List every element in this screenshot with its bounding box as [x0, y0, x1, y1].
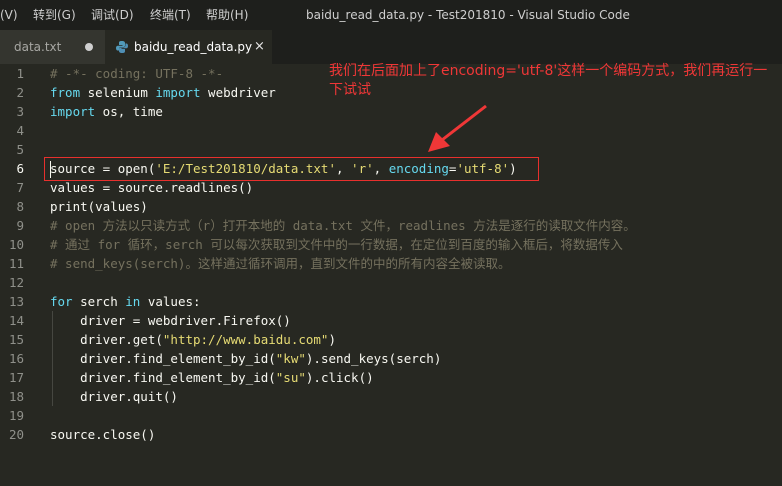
- code-text: driver.get("http://www.baidu.com"): [50, 330, 336, 349]
- code-token: driver.get(: [50, 332, 163, 347]
- line-number: 17: [8, 370, 24, 385]
- code-token: "kw": [275, 351, 306, 366]
- code-token: ): [328, 332, 336, 347]
- code-token: import: [50, 104, 96, 119]
- code-text: # -*- coding: UTF-8 -*-: [50, 64, 223, 83]
- line-number: 13: [8, 294, 24, 309]
- line-number: 11: [8, 256, 24, 271]
- code-token: source.close(): [50, 427, 156, 442]
- code-token: selenium: [80, 85, 156, 100]
- line-number: 16: [8, 351, 24, 366]
- menu-debug[interactable]: 调试(D): [91, 0, 134, 30]
- line-number: 2: [16, 85, 24, 100]
- window-title: baidu_read_data.py - Test201810 - Visual…: [306, 8, 630, 22]
- code-line[interactable]: 18 driver.quit(): [0, 387, 782, 406]
- code-token: import: [155, 85, 201, 100]
- code-text: import os, time: [50, 102, 163, 121]
- code-line[interactable]: 4: [0, 121, 782, 140]
- menu-view[interactable]: (V): [0, 0, 18, 30]
- code-line[interactable]: 16 driver.find_element_by_id("kw").send_…: [0, 349, 782, 368]
- menu-go[interactable]: 转到(G): [33, 0, 76, 30]
- code-token: "su": [275, 370, 306, 385]
- line-number: 1: [16, 66, 24, 81]
- tab-baidu-read-data-py[interactable]: baidu_read_data.py ×: [105, 30, 272, 64]
- code-token: serch: [72, 294, 126, 309]
- line-number: 9: [16, 218, 24, 233]
- line-number: 3: [16, 104, 24, 119]
- code-text: source.close(): [50, 425, 155, 444]
- code-token: driver.find_element_by_id(: [50, 351, 276, 366]
- code-line[interactable]: 19: [0, 406, 782, 425]
- code-token: # send_keys(serch)。这样通过循环调用，直到文件的中的所有内容全…: [50, 256, 511, 271]
- code-line[interactable]: 15 driver.get("http://www.baidu.com"): [0, 330, 782, 349]
- code-token: "http://www.baidu.com": [162, 332, 329, 347]
- code-text: driver.find_element_by_id("su").click(): [50, 368, 374, 387]
- code-token: driver.quit(): [50, 389, 178, 404]
- line-number: 20: [8, 427, 24, 442]
- python-file-icon: [116, 41, 128, 53]
- code-token: values = source.readlines(): [50, 180, 254, 195]
- line-number: 14: [8, 313, 24, 328]
- code-line[interactable]: 11 # send_keys(serch)。这样通过循环调用，直到文件的中的所有内…: [0, 254, 782, 273]
- code-text: from selenium import webdriver: [50, 83, 276, 102]
- menu-help[interactable]: 帮助(H): [206, 0, 248, 30]
- line-number: 15: [8, 332, 24, 347]
- code-token: from: [50, 85, 81, 100]
- code-token: for: [50, 294, 73, 309]
- code-text: print(values): [50, 197, 148, 216]
- line-number: 10: [8, 237, 24, 252]
- line-number: 8: [16, 199, 24, 214]
- code-token: webdriver: [200, 85, 276, 100]
- annotation-text: 我们在后面加上了encoding='utf-8'这样一个编码方式，我们再运行一下…: [329, 63, 768, 98]
- code-token: ).click(): [305, 370, 374, 385]
- tab-label: data.txt: [14, 40, 62, 54]
- code-text: # send_keys(serch)。这样通过循环调用，直到文件的中的所有内容全…: [50, 254, 510, 273]
- highlight-box: [44, 157, 539, 181]
- line-number: 5: [16, 142, 24, 157]
- code-token: driver = webdriver.Firefox(): [50, 313, 291, 328]
- code-line[interactable]: 9 # open 方法以只读方式（r）打开本地的 data.txt 文件，read…: [0, 216, 782, 235]
- code-editor[interactable]: 1 # -*- coding: UTF-8 -*- 2 from selenium i…: [0, 64, 782, 486]
- tab-bar: data.txt baidu_read_data.py ×: [0, 30, 782, 64]
- code-token: values:: [140, 294, 201, 309]
- unsaved-dot-icon[interactable]: [85, 43, 93, 51]
- line-number: 19: [8, 408, 24, 423]
- code-token: driver.find_element_by_id(: [50, 370, 276, 385]
- code-line[interactable]: 12: [0, 273, 782, 292]
- menu-terminal[interactable]: 终端(T): [150, 0, 191, 30]
- code-token: in: [125, 294, 141, 309]
- code-text: driver.find_element_by_id("kw").send_key…: [50, 349, 441, 368]
- line-number: 4: [16, 123, 24, 138]
- code-token: # open 方法以只读方式（r）打开本地的 data.txt 文件，readl…: [50, 218, 636, 233]
- code-line[interactable]: 20 source.close(): [0, 425, 782, 444]
- code-line[interactable]: 13 for serch in values:: [0, 292, 782, 311]
- code-line[interactable]: 17 driver.find_element_by_id("su").click…: [0, 368, 782, 387]
- code-text: driver = webdriver.Firefox(): [50, 311, 291, 330]
- code-token: # 通过 for 循环，serch 可以每次获取到文件中的一行数据，在定位到百度…: [50, 237, 623, 252]
- code-text: # 通过 for 循环，serch 可以每次获取到文件中的一行数据，在定位到百度…: [50, 235, 623, 254]
- line-number: 18: [8, 389, 24, 404]
- code-token: # -*- coding: UTF-8 -*-: [50, 66, 224, 81]
- code-line[interactable]: 14 driver = webdriver.Firefox(): [0, 311, 782, 330]
- tab-data-txt[interactable]: data.txt: [0, 30, 105, 64]
- code-text: # open 方法以只读方式（r）打开本地的 data.txt 文件，readl…: [50, 216, 636, 235]
- line-number: 6: [16, 161, 24, 176]
- code-token: print(values): [50, 199, 148, 214]
- line-number: 7: [16, 180, 24, 195]
- code-line[interactable]: 10 # 通过 for 循环，serch 可以每次获取到文件中的一行数据，在定位到…: [0, 235, 782, 254]
- code-text: driver.quit(): [50, 387, 178, 406]
- text-cursor: [50, 161, 51, 178]
- line-number: 12: [8, 275, 24, 290]
- close-icon[interactable]: ×: [254, 30, 265, 64]
- code-token: os, time: [95, 104, 163, 119]
- tab-label: baidu_read_data.py: [134, 40, 253, 54]
- code-line[interactable]: 3 import os, time: [0, 102, 782, 121]
- annotation-arrow-icon: [428, 104, 487, 152]
- code-line[interactable]: 8 print(values): [0, 197, 782, 216]
- code-text: for serch in values:: [50, 292, 201, 311]
- title-bar: (V) 转到(G) 调试(D) 终端(T) 帮助(H) baidu_read_d…: [0, 0, 782, 30]
- code-token: ).send_keys(serch): [305, 351, 442, 366]
